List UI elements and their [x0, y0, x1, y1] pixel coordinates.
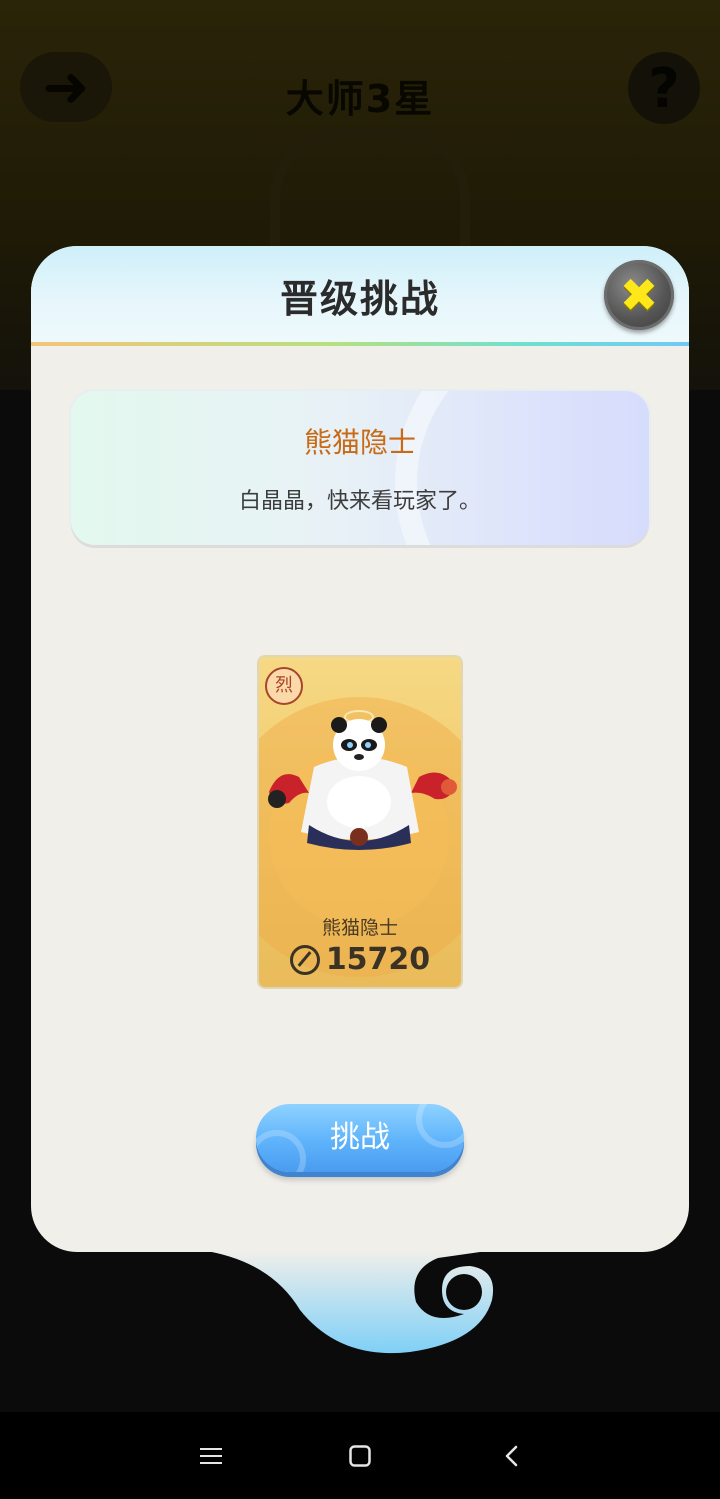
opponent-name: 熊猫隐士	[303, 426, 416, 459]
dialog-title: 晋级挑战	[279, 277, 440, 321]
character-card[interactable]: 烈 熊猫隐士 15720	[259, 657, 461, 987]
element-badge: 烈	[265, 667, 303, 705]
challenge-button[interactable]: 挑战	[256, 1104, 464, 1172]
home-icon[interactable]	[338, 1434, 382, 1478]
challenge-button-label: 挑战	[330, 1120, 390, 1155]
background-title: 大师3星	[285, 77, 435, 121]
combat-power-icon	[289, 944, 320, 975]
opponent-info-card: 熊猫隐士 白晶晶，快来看玩家了。	[71, 391, 649, 545]
button-swirl-left	[256, 1130, 306, 1172]
panda-character-image	[268, 710, 457, 850]
promotion-challenge-dialog: 晋级挑战 ✖ 熊猫隐士 白晶晶，快来看玩家了。 烈 熊猫隐士 15720 挑战	[31, 246, 689, 1252]
dialog-tail-swirl	[200, 1230, 494, 1354]
combat-power-value: 15720	[325, 942, 431, 977]
opponent-description: 白晶晶，快来看玩家了。	[238, 489, 481, 514]
header-divider	[31, 342, 689, 346]
character-name: 熊猫隐士	[321, 917, 398, 939]
button-swirl-right	[416, 1104, 464, 1148]
home-icon-glyph	[349, 1445, 371, 1467]
back-icon[interactable]	[489, 1434, 533, 1478]
decorative-swoosh	[395, 391, 649, 545]
close-button[interactable]: ✖	[604, 260, 674, 330]
back-icon-glyph	[505, 1445, 518, 1467]
close-icon: ✖	[619, 268, 659, 322]
menu-icon[interactable]	[189, 1434, 233, 1478]
system-navigation-bar	[0, 1412, 720, 1499]
menu-icon-glyph	[200, 1448, 222, 1464]
combat-power: 15720	[259, 942, 461, 977]
question-icon: ?	[628, 52, 700, 124]
dialog-header: 晋级挑战 ✖	[31, 246, 689, 342]
screen: ➜ 大师3星 ? 晋级挑战 ✖ 熊猫隐士 白晶晶，快来看玩家了。 烈 熊猫隐士 …	[0, 0, 720, 1499]
